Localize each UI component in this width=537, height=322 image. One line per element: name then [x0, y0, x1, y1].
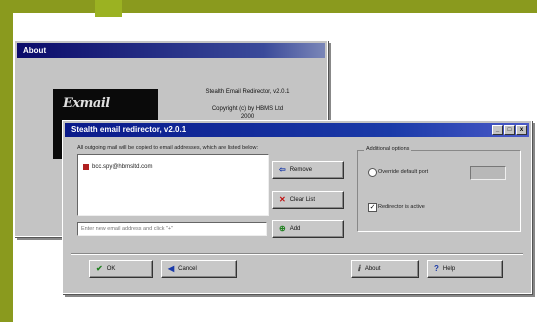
- ok-label: OK: [106, 266, 116, 272]
- help-button[interactable]: ? Help: [427, 260, 503, 278]
- decorative-left-bar: [0, 13, 13, 322]
- about-copyright: Copyright (c) by HBMS Ltd: [211, 106, 284, 112]
- address-list[interactable]: bcc.spy@hbmsltd.com: [77, 154, 269, 216]
- cancel-button[interactable]: ◀ Cancel: [161, 260, 237, 278]
- cancel-label: Cancel: [178, 266, 197, 272]
- about-product-name: Stealth Email Redirector, v2.0.1: [205, 89, 290, 95]
- about-icon: ⅈ: [358, 264, 361, 273]
- about-button[interactable]: ⅈ About: [351, 260, 419, 278]
- clear-list-button[interactable]: ✕ Clear List: [272, 191, 344, 209]
- decorative-top-bar: [0, 0, 537, 13]
- mail-icon: [83, 164, 89, 170]
- clear-x-icon: ✕: [279, 195, 286, 204]
- add-icon: ⊕: [279, 224, 286, 233]
- additional-options-group: Additional options Override default port…: [357, 146, 521, 232]
- maximize-button[interactable]: □: [504, 125, 515, 135]
- address-text: bcc.spy@hbmsltd.com: [92, 164, 153, 170]
- remove-icon: ⇦: [279, 165, 286, 174]
- port-input[interactable]: [470, 166, 506, 180]
- override-port-radio[interactable]: [368, 168, 377, 177]
- button-separator: [71, 253, 523, 255]
- minimize-button[interactable]: _: [492, 125, 503, 135]
- clear-list-label: Clear List: [289, 197, 316, 203]
- help-icon: ?: [434, 264, 439, 273]
- add-label: Add: [289, 226, 301, 232]
- ok-button[interactable]: ✔ OK: [89, 260, 153, 278]
- help-label: Help: [442, 266, 456, 272]
- logo-text: Exmail: [63, 96, 110, 111]
- about-titlebar: About: [17, 43, 325, 58]
- decorative-notch: [95, 0, 122, 17]
- options-title: Additional options: [364, 146, 412, 152]
- redirector-active-checkbox[interactable]: ✓: [368, 203, 377, 212]
- list-item[interactable]: bcc.spy@hbmsltd.com: [83, 164, 152, 170]
- redirector-dialog: Stealth email redirector, v2.0.1 _ □ x A…: [62, 120, 532, 294]
- title-buttons: _ □ x: [492, 125, 527, 135]
- new-address-input[interactable]: [77, 222, 267, 236]
- redirector-active-label: Redirector is active: [378, 204, 425, 210]
- instructions-label: All outgoing mail will be copied to emai…: [77, 145, 258, 151]
- override-port-label: Override default port: [378, 169, 429, 175]
- add-button[interactable]: ⊕ Add: [272, 220, 344, 238]
- remove-button[interactable]: ⇦ Remove: [272, 161, 344, 179]
- check-icon: ✔: [96, 264, 103, 273]
- about-label: About: [364, 266, 381, 272]
- dialog-titlebar: Stealth email redirector, v2.0.1: [65, 123, 529, 137]
- cancel-icon: ◀: [168, 264, 175, 273]
- remove-label: Remove: [289, 167, 313, 173]
- close-button[interactable]: x: [516, 125, 527, 135]
